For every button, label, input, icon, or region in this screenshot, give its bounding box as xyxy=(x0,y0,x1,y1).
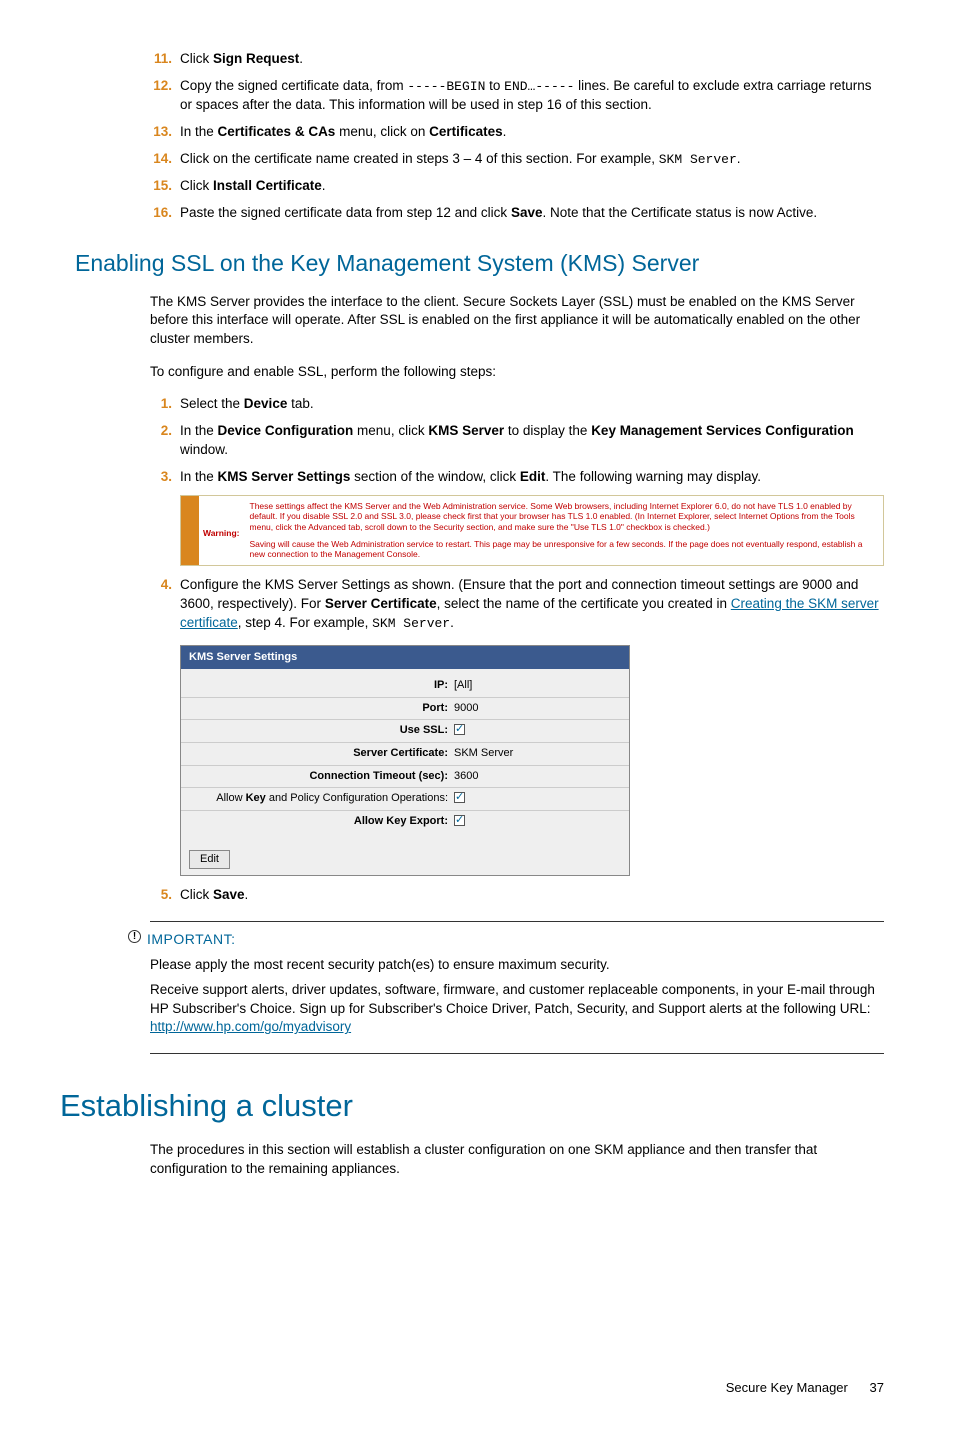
kms-value: SKM Server xyxy=(454,746,621,761)
step-4-text: Configure the KMS Server Settings as sho… xyxy=(180,577,879,630)
kms-key: IP: xyxy=(189,678,454,693)
step-number: 11. xyxy=(150,50,172,69)
kms-table-body: IP:[All]Port:9000Use SSL:Server Certific… xyxy=(181,669,629,842)
kms-settings-table: KMS Server Settings IP:[All]Port:9000Use… xyxy=(180,645,630,877)
divider xyxy=(150,921,884,922)
kms-row: Allow Key and Policy Configuration Opera… xyxy=(181,788,629,811)
footer-title: Secure Key Manager xyxy=(726,1380,848,1395)
step-number: 12. xyxy=(150,77,172,96)
step-item: 11. Click Sign Request. xyxy=(150,50,884,69)
step-number: 15. xyxy=(150,177,172,196)
warning-label: Warning: xyxy=(199,522,244,539)
kms-value xyxy=(454,814,621,830)
step-item: 12. Copy the signed certificate data, fro… xyxy=(150,77,884,115)
warning-line-2: Saving will cause the Web Administration… xyxy=(250,539,877,560)
warning-box: Warning: These settings affect the KMS S… xyxy=(180,495,884,566)
step-text: Click Install Certificate. xyxy=(180,178,326,193)
kms-row: IP:[All] xyxy=(181,675,629,697)
heading-enabling-ssl: Enabling SSL on the Key Management Syste… xyxy=(75,247,884,279)
step-text: Click on the certificate name created in… xyxy=(180,151,741,166)
step-item: 13. In the Certificates & CAs menu, click… xyxy=(150,123,884,142)
kms-row: Server Certificate:SKM Server xyxy=(181,743,629,765)
checkbox-checked-icon xyxy=(454,815,465,826)
page-content: 11. Click Sign Request. 12. Copy the signed… xyxy=(150,50,884,1179)
important-heading: IMPORTANT: xyxy=(147,930,236,950)
kms-key: Port: xyxy=(189,701,454,716)
divider xyxy=(150,1053,884,1054)
para-cluster-intro: The procedures in this section will esta… xyxy=(150,1141,884,1179)
step-number: 16. xyxy=(150,204,172,223)
kms-key: Connection Timeout (sec): xyxy=(189,769,454,784)
step-number: 5. xyxy=(150,886,172,905)
kms-row: Allow Key Export: xyxy=(181,811,629,833)
step-text: In the Device Configuration menu, click … xyxy=(180,423,854,457)
link-hp-advisory[interactable]: http://www.hp.com/go/myadvisory xyxy=(150,1019,351,1034)
kms-key: Server Certificate: xyxy=(189,746,454,761)
step-item: 15. Click Install Certificate. xyxy=(150,177,884,196)
step-5: 5. Click Save. xyxy=(150,886,884,905)
info-icon: ! xyxy=(128,930,141,943)
important-p2: Receive support alerts, driver updates, … xyxy=(150,981,884,1038)
step-item: 1. Select the Device tab. xyxy=(150,395,884,414)
kms-value xyxy=(454,791,621,807)
step-number: 1. xyxy=(150,395,172,414)
kms-value: [All] xyxy=(454,678,621,693)
kms-value: 3600 xyxy=(454,769,621,784)
important-header-row: ! IMPORTANT: xyxy=(128,930,884,950)
steps-list-c: 4. Configure the KMS Server Settings as … xyxy=(150,576,884,905)
step-5-text: Click Save. xyxy=(180,887,248,902)
kms-row: Connection Timeout (sec):3600 xyxy=(181,766,629,788)
checkbox-checked-icon xyxy=(454,724,465,735)
step-number: 13. xyxy=(150,123,172,142)
kms-key: Use SSL: xyxy=(189,723,454,739)
step-text: Copy the signed certificate data, from -… xyxy=(180,78,872,112)
kms-key: Allow Key and Policy Configuration Opera… xyxy=(189,791,454,807)
step-text: In the Certificates & CAs menu, click on… xyxy=(180,124,506,139)
checkbox-checked-icon xyxy=(454,792,465,803)
kms-value xyxy=(454,723,621,739)
step-item: 14. Click on the certificate name created… xyxy=(150,150,884,169)
warning-stripe xyxy=(181,496,199,565)
step-item: 2. In the Device Configuration menu, clic… xyxy=(150,422,884,460)
important-p1: Please apply the most recent security pa… xyxy=(150,956,884,975)
step-item: 16. Paste the signed certificate data fro… xyxy=(150,204,884,223)
step-number: 4. xyxy=(150,576,172,595)
para-kms-intro: The KMS Server provides the interface to… xyxy=(150,293,884,350)
page-footer: Secure Key Manager 37 xyxy=(60,1379,894,1397)
kms-key: Allow Key Export: xyxy=(189,814,454,830)
kms-row: Use SSL: xyxy=(181,720,629,743)
step-text: Click Sign Request. xyxy=(180,51,303,66)
kms-row: Port:9000 xyxy=(181,698,629,720)
steps-list-b: 1. Select the Device tab. 2. In the Device … xyxy=(150,395,884,487)
steps-list-a: 11. Click Sign Request. 12. Copy the signed… xyxy=(150,50,884,223)
heading-establishing-cluster: Establishing a cluster xyxy=(60,1084,884,1127)
kms-table-header: KMS Server Settings xyxy=(181,646,629,669)
kms-value: 9000 xyxy=(454,701,621,716)
step-text: In the KMS Server Settings section of th… xyxy=(180,469,761,484)
warning-text: These settings affect the KMS Server and… xyxy=(244,496,883,565)
warning-line-1: These settings affect the KMS Server and… xyxy=(250,501,877,533)
footer-page-number: 37 xyxy=(870,1380,884,1395)
step-text: Paste the signed certificate data from s… xyxy=(180,205,817,220)
step-number: 14. xyxy=(150,150,172,169)
para-configure-intro: To configure and enable SSL, perform the… xyxy=(150,363,884,382)
step-4: 4. Configure the KMS Server Settings as … xyxy=(150,576,884,876)
step-number: 2. xyxy=(150,422,172,441)
step-text: Select the Device tab. xyxy=(180,396,314,411)
edit-button[interactable]: Edit xyxy=(189,850,230,869)
step-number: 3. xyxy=(150,468,172,487)
step-item: 3. In the KMS Server Settings section of … xyxy=(150,468,884,487)
